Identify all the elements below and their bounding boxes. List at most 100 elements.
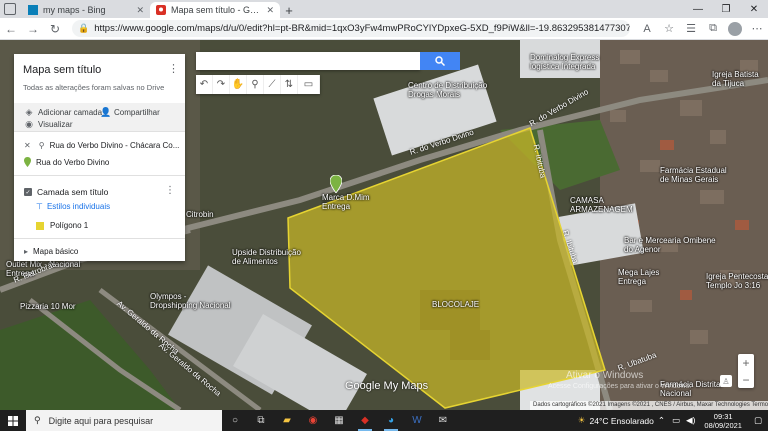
poi-label[interactable]: BLOCOLAJE xyxy=(432,300,479,309)
windows-start-icon[interactable] xyxy=(0,410,26,431)
pegman-icon[interactable]: ♙ xyxy=(720,375,732,387)
search-result-label: Rua do Verbo Divino - Chácara Co... xyxy=(49,141,180,150)
measure-icon[interactable]: ▭ xyxy=(298,75,320,94)
poi-label[interactable]: Olympos - Dropshipping Nacional xyxy=(150,292,231,310)
layer-options-icon[interactable]: ⋮ xyxy=(165,185,175,196)
search-icon: ⚲ xyxy=(34,415,41,425)
pan-hand-icon[interactable]: ✋ xyxy=(230,75,247,94)
maximize-icon[interactable]: ❐ xyxy=(712,0,740,18)
close-window-icon[interactable]: ✕ xyxy=(740,0,768,18)
maps-app-icon[interactable]: ◆ xyxy=(352,410,378,431)
network-icon[interactable]: ▭ xyxy=(672,415,680,426)
zoom-out-button[interactable]: − xyxy=(738,371,754,388)
drawing-toolbar: ↶ ↷ ✋ ⚲ ⟋ ⇅ ▭ xyxy=(196,75,320,94)
search-input[interactable] xyxy=(196,52,420,70)
tab-actions-icon[interactable] xyxy=(4,3,16,15)
directions-icon[interactable]: ⇅ xyxy=(281,75,298,94)
tab-strip: my maps - Bing ✕ Mapa sem título - Googl… xyxy=(0,0,768,18)
avatar[interactable] xyxy=(728,21,742,36)
eye-icon: ◉ xyxy=(25,119,33,129)
preview-label: Visualizar xyxy=(38,120,73,129)
volume-icon[interactable]: ◀) xyxy=(686,415,695,426)
search-result-row[interactable]: ✕ ⚲ Rua do Verbo Divino - Chácara Co... xyxy=(24,141,179,150)
poi-label[interactable]: Citrobin xyxy=(186,210,214,219)
search-button[interactable] xyxy=(420,52,460,70)
draw-line-icon[interactable]: ⟋ xyxy=(264,75,281,94)
activation-watermark: Ativar o Windows xyxy=(566,370,644,381)
tab-title: Mapa sem título - Google My Ma xyxy=(171,5,262,15)
add-marker-icon[interactable]: ⚲ xyxy=(247,75,264,94)
paint-roller-icon: ⊤ xyxy=(36,202,43,211)
poi-label[interactable]: Mega Lajes Entrega xyxy=(618,268,659,286)
share-button[interactable]: 👤 Compartilhar xyxy=(100,107,160,118)
tray-up-arrow-icon[interactable]: ⌃ xyxy=(658,415,665,426)
base-map-label: Mapa básico xyxy=(33,247,79,256)
close-icon[interactable]: ✕ xyxy=(24,141,31,150)
mail-icon[interactable]: ✉ xyxy=(430,410,456,431)
poi-label[interactable]: Pizzaria 10 Mor xyxy=(20,302,76,311)
minimize-icon[interactable]: — xyxy=(684,0,712,18)
close-tab-icon[interactable]: ✕ xyxy=(136,5,144,16)
zoom-in-button[interactable]: + xyxy=(738,354,754,371)
address-bar[interactable]: 🔒 https://www.google.com/maps/d/u/0/edit… xyxy=(72,20,630,37)
base-map-row[interactable]: ▸ Mapa básico xyxy=(24,247,78,256)
reload-icon[interactable]: ↻ xyxy=(44,18,66,40)
undo-icon[interactable]: ↶ xyxy=(196,75,213,94)
polygon-item[interactable]: Polígono 1 xyxy=(36,221,88,230)
layer-name: Camada sem título xyxy=(37,187,109,197)
notifications-icon[interactable]: ▢ xyxy=(754,415,762,426)
forward-icon[interactable]: → xyxy=(22,18,44,40)
panel-actions: ◈ Adicionar camada 👤 Compartilhar ◉ Visu… xyxy=(14,103,185,131)
browser-window: my maps - Bing ✕ Mapa sem título - Googl… xyxy=(0,0,768,431)
tab-bing[interactable]: my maps - Bing ✕ xyxy=(22,2,150,18)
tab-mymaps[interactable]: Mapa sem título - Google My Ma ✕ xyxy=(150,2,280,18)
chevron-right-icon: ▸ xyxy=(24,247,29,256)
clock[interactable]: 09:31 08/09/2021 xyxy=(704,412,742,430)
layer-style-row[interactable]: ⊤ Estilos individuais xyxy=(36,202,110,211)
poi-label[interactable]: Igreja Batista da Tijuca xyxy=(712,70,759,88)
add-layer-button[interactable]: ◈ Adicionar camada xyxy=(24,107,103,118)
poi-label[interactable]: Bar e Mercearia Omibene do Agenor xyxy=(624,236,716,254)
save-status: Todas as alterações foram salvas no Driv… xyxy=(23,83,165,92)
lock-icon: 🔒 xyxy=(78,23,90,33)
preview-button[interactable]: ◉ Visualizar xyxy=(24,119,73,130)
explorer-icon[interactable]: ▰ xyxy=(274,410,300,431)
more-icon[interactable]: ⋯ xyxy=(746,18,768,40)
cortana-icon[interactable]: ○ xyxy=(222,410,248,431)
read-aloud-icon[interactable]: A xyxy=(636,18,658,40)
poi-label[interactable]: CAMASA ARMAZENAGEM xyxy=(570,196,633,214)
poi-label[interactable]: Farmácia Estadual de Minas Gerais xyxy=(660,166,727,184)
poi-label[interactable]: Dominalog Express logística Integrada xyxy=(530,53,599,71)
edge-icon[interactable]: ◕ xyxy=(378,410,404,431)
poi-label[interactable]: Igreja Pentecostal Templo Jo 3:16 xyxy=(706,272,768,290)
close-tab-icon[interactable]: ✕ xyxy=(266,5,274,16)
tab-title: my maps - Bing xyxy=(43,5,106,15)
search-result-item[interactable]: Rua do Verbo Divino xyxy=(24,157,109,167)
layers-panel: Mapa sem título ⋮ Todas as alterações fo… xyxy=(14,54,185,261)
map-canvas[interactable]: Centro de Distribuição Drogas Morais Domi… xyxy=(0,40,768,410)
add-layer-label: Adicionar camada xyxy=(38,108,103,117)
chrome-icon[interactable]: ◉ xyxy=(300,410,326,431)
add-person-icon: 👤 xyxy=(100,107,112,117)
google-my-maps-logo: Google My Maps xyxy=(345,380,429,392)
map-title[interactable]: Mapa sem título xyxy=(23,64,101,76)
map-attribution: Dados cartográficos ©2021 Imagens ©2021 … xyxy=(530,401,768,410)
collections-icon[interactable]: ⧉ xyxy=(702,18,724,40)
redo-icon[interactable]: ↷ xyxy=(213,75,230,94)
back-icon[interactable]: ← xyxy=(0,18,22,40)
favorite-icon[interactable]: ☆ xyxy=(658,18,680,40)
map-options-icon[interactable]: ⋮ xyxy=(168,62,179,75)
marker-pin-icon[interactable] xyxy=(329,174,343,196)
poi-label[interactable]: Centro de Distribuição Drogas Morais xyxy=(408,81,487,99)
task-view-icon[interactable]: ⧉ xyxy=(248,410,274,431)
poi-label[interactable]: Upside Distribuição de Alimentos xyxy=(232,248,301,266)
store-icon[interactable]: ▦ xyxy=(326,410,352,431)
bing-icon xyxy=(28,5,38,15)
layer-row[interactable]: ✓ Camada sem título xyxy=(24,187,108,197)
word-icon[interactable]: W xyxy=(404,410,430,431)
taskbar-search-input[interactable]: ⚲ Digite aqui para pesquisar xyxy=(26,410,222,431)
favorites-list-icon[interactable]: ☰ xyxy=(680,18,702,40)
layer-checkbox[interactable]: ✓ xyxy=(24,188,32,196)
new-tab-button[interactable]: + xyxy=(280,2,298,18)
weather-text[interactable]: 24°C Ensolarado xyxy=(590,416,654,426)
